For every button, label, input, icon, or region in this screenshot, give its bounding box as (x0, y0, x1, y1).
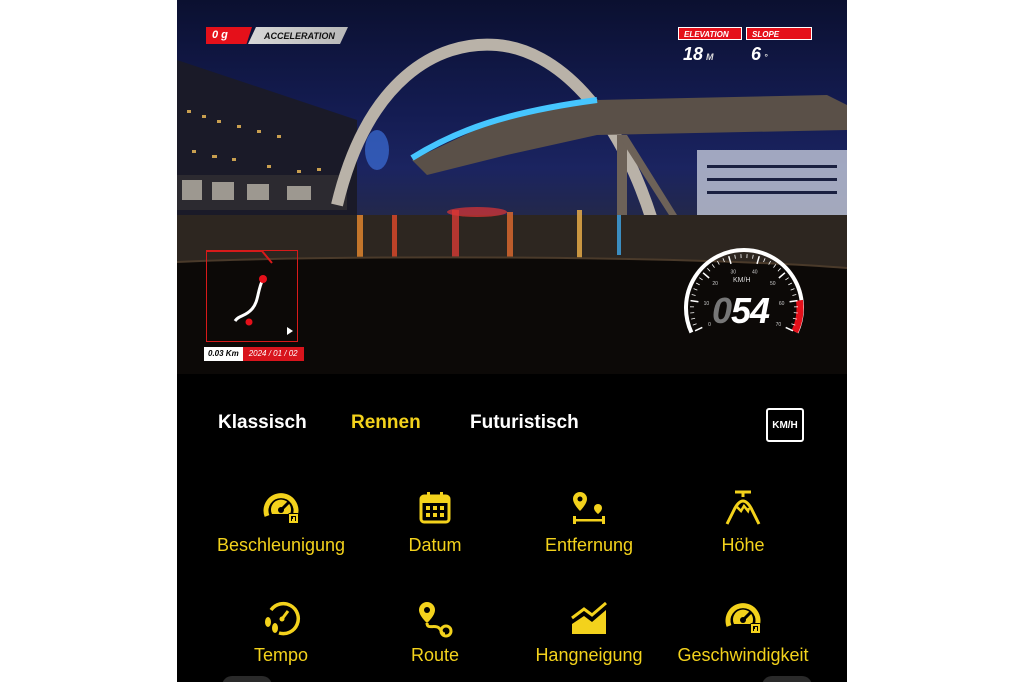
acceleration-value: 0 g (206, 27, 252, 44)
dial-tick (756, 255, 760, 265)
tab-rennen[interactable]: Rennen (351, 412, 421, 434)
dial-tick (690, 299, 699, 303)
dial-tick (773, 264, 777, 268)
dial-tick (763, 258, 766, 263)
elevation-unit: M (706, 52, 714, 62)
route-minimap (206, 250, 298, 342)
acceleration-readout: 0 g ACCELERATION (206, 27, 348, 44)
widget-label: Route (410, 645, 460, 665)
widget-label: Hangneigung (535, 645, 643, 665)
dial-tick (788, 282, 793, 286)
dial-tick-label: 50 (770, 281, 776, 287)
minimap-footer: 0.03 Km 2024 / 01 / 02 (204, 347, 304, 361)
dial-tick (711, 264, 715, 268)
widget-entfernung[interactable]: Entfernung (507, 488, 671, 556)
video-preview[interactable]: 0 g ACCELERATION ELEVATION 18 M SLOPE 6 ° (177, 0, 847, 374)
dial-tick-label: 20 (712, 281, 718, 287)
dial-tick (768, 260, 771, 265)
slope-value: 6 (751, 44, 762, 64)
dial-tick-label: 0 (708, 322, 711, 328)
widget-beschleunigung[interactable]: Beschleunigung (199, 488, 363, 556)
slope-label: SLOPE (746, 27, 812, 40)
slope-icon (571, 601, 607, 634)
footsteps-pace-icon (265, 601, 301, 636)
app-screen: 0 g ACCELERATION ELEVATION 18 M SLOPE 6 ° (177, 0, 847, 682)
widget-label: Geschwindigkeit (677, 645, 809, 665)
dial-tick (777, 268, 781, 272)
speed-lead-digit: 0 (712, 290, 732, 331)
next-row-hint (762, 676, 812, 682)
dial-tick (752, 254, 754, 259)
calendar-icon (419, 492, 451, 524)
widget-datum[interactable]: Datum (353, 488, 517, 556)
dial-tick (717, 260, 720, 265)
widget-route[interactable]: Route (353, 598, 517, 666)
speed-value: 054 (712, 290, 770, 332)
dial-tick-label: 40 (752, 270, 758, 276)
dial-tick (790, 288, 795, 291)
mountain-icon (725, 490, 761, 525)
dial-tick (728, 255, 732, 265)
widget-label: Datum (408, 535, 462, 555)
route-icon (419, 602, 453, 638)
dial-tick (785, 326, 794, 332)
elevation-label: ELEVATION (678, 27, 742, 40)
gauge-icon (263, 493, 299, 524)
dial-redline (791, 299, 804, 334)
widget-label: Tempo (253, 645, 309, 665)
dial-tick (694, 326, 703, 332)
route-path-icon (207, 250, 293, 335)
elevation-readout: ELEVATION 18 M (678, 27, 742, 65)
dial-tick (692, 323, 697, 326)
dial-tick (778, 272, 786, 279)
distance-pin-icon (573, 492, 605, 524)
speed-unit: KM/H (733, 277, 751, 284)
widget-label: Entfernung (544, 535, 634, 555)
dial-tick-label: 70 (776, 322, 782, 328)
widget-hoehe[interactable]: Höhe (661, 488, 825, 556)
slope-unit: ° (764, 52, 768, 62)
dial-tick (691, 317, 696, 320)
trip-date: 2024 / 01 / 02 (242, 347, 304, 361)
dial-tick (722, 258, 725, 263)
dial-tick (693, 288, 698, 291)
dial-tick-label: 10 (704, 301, 710, 307)
dial-tick (707, 268, 711, 272)
tab-futuristisch[interactable]: Futuristisch (470, 412, 579, 434)
widget-tempo[interactable]: Tempo (199, 598, 363, 666)
dial-tick (699, 277, 703, 281)
dial-tick (691, 294, 696, 296)
trip-distance: 0.03 Km (204, 347, 243, 361)
next-row-hint (222, 676, 272, 682)
widget-label: Beschleunigung (216, 535, 346, 555)
style-tabs: Klassisch Rennen Futuristisch (177, 408, 847, 442)
dial-tick (792, 294, 797, 296)
dial-tick-label: 60 (779, 301, 785, 307)
dial-tick (734, 254, 736, 259)
speedometer: 0 10 20 30 40 50 60 70 KM/H 054 (674, 242, 814, 362)
widget-geschwindigkeit[interactable]: Geschwindigkeit (661, 598, 825, 666)
speedometer-icon (725, 603, 761, 634)
widget-label: Höhe (721, 535, 765, 555)
widget-hangneigung[interactable]: Hangneigung (507, 598, 671, 666)
elevation-value: 18 (683, 44, 704, 64)
speed-digits: 54 (731, 290, 770, 331)
acceleration-label: ACCELERATION (248, 27, 348, 44)
dial-tick-label: 30 (730, 270, 736, 276)
dial-tick (785, 277, 789, 281)
dial-tick (702, 272, 710, 279)
dial-tick (695, 282, 700, 286)
slope-readout: SLOPE 6 ° (746, 27, 812, 65)
unit-toggle-button[interactable]: KM/H (766, 408, 804, 442)
tab-klassisch[interactable]: Klassisch (218, 412, 307, 434)
